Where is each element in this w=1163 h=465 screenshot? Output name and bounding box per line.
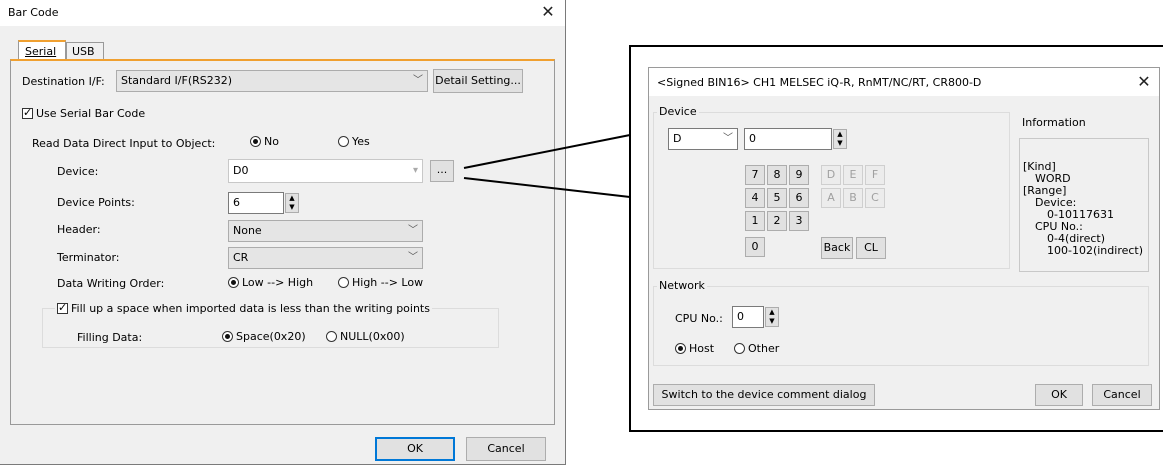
back-button[interactable]: Back [821,237,853,259]
key-c: C [865,188,885,208]
key-0[interactable]: 0 [745,237,765,257]
device-group-title: Device [657,105,699,118]
cpu-no-spinner[interactable]: ▲ ▼ [765,307,779,327]
network-group [653,286,1149,366]
device-dialog-titlebar: <Signed BIN16> CH1 MELSEC iQ-R, RnMT/NC/… [649,68,1159,96]
key-d: D [821,165,841,185]
key-2[interactable]: 2 [767,211,787,231]
key-3[interactable]: 3 [789,211,809,231]
key-9[interactable]: 9 [789,165,809,185]
network-group-title: Network [657,279,707,292]
key-f: F [865,165,885,185]
close-icon[interactable]: ✕ [1133,72,1155,92]
information-box: [Kind] WORD [Range] Device: 0-10117631 C… [1019,138,1149,272]
information-label: Information [1022,116,1086,129]
radio-icon [675,343,686,354]
callout-line-top [463,134,631,169]
spin-up-icon[interactable]: ▲ [766,308,778,317]
key-4[interactable]: 4 [745,188,765,208]
device-type-select[interactable]: D ﹀ [668,128,738,150]
other-radio[interactable]: Other [734,342,779,355]
device-number-spinner[interactable]: ▲ ▼ [833,129,847,149]
key-a: A [821,188,841,208]
device-cancel-button[interactable]: Cancel [1092,384,1152,406]
key-b: B [843,188,863,208]
spin-down-icon[interactable]: ▼ [834,139,846,148]
key-6[interactable]: 6 [789,188,809,208]
key-1[interactable]: 1 [745,211,765,231]
callout-line-bottom [463,177,631,198]
device-dialog-title: <Signed BIN16> CH1 MELSEC iQ-R, RnMT/NC/… [657,76,982,89]
spin-up-icon[interactable]: ▲ [834,130,846,139]
radio-icon [734,343,745,354]
device-dialog: <Signed BIN16> CH1 MELSEC iQ-R, RnMT/NC/… [648,67,1160,410]
key-7[interactable]: 7 [745,165,765,185]
key-8[interactable]: 8 [767,165,787,185]
switch-comment-dialog-button[interactable]: Switch to the device comment dialog [653,384,875,406]
cpu-no-label: CPU No.: [675,312,723,325]
key-5[interactable]: 5 [767,188,787,208]
clear-button[interactable]: CL [856,237,886,259]
key-e: E [843,165,863,185]
cpu-no-field[interactable]: 0 [732,306,764,328]
spin-down-icon[interactable]: ▼ [766,317,778,326]
device-ok-button[interactable]: OK [1035,384,1083,406]
device-number-field[interactable]: 0 [744,128,832,150]
chevron-down-icon: ﹀ [723,133,733,144]
host-radio[interactable]: Host [675,342,714,355]
info-cpu-indirect: 100-102(indirect) [1047,244,1144,257]
